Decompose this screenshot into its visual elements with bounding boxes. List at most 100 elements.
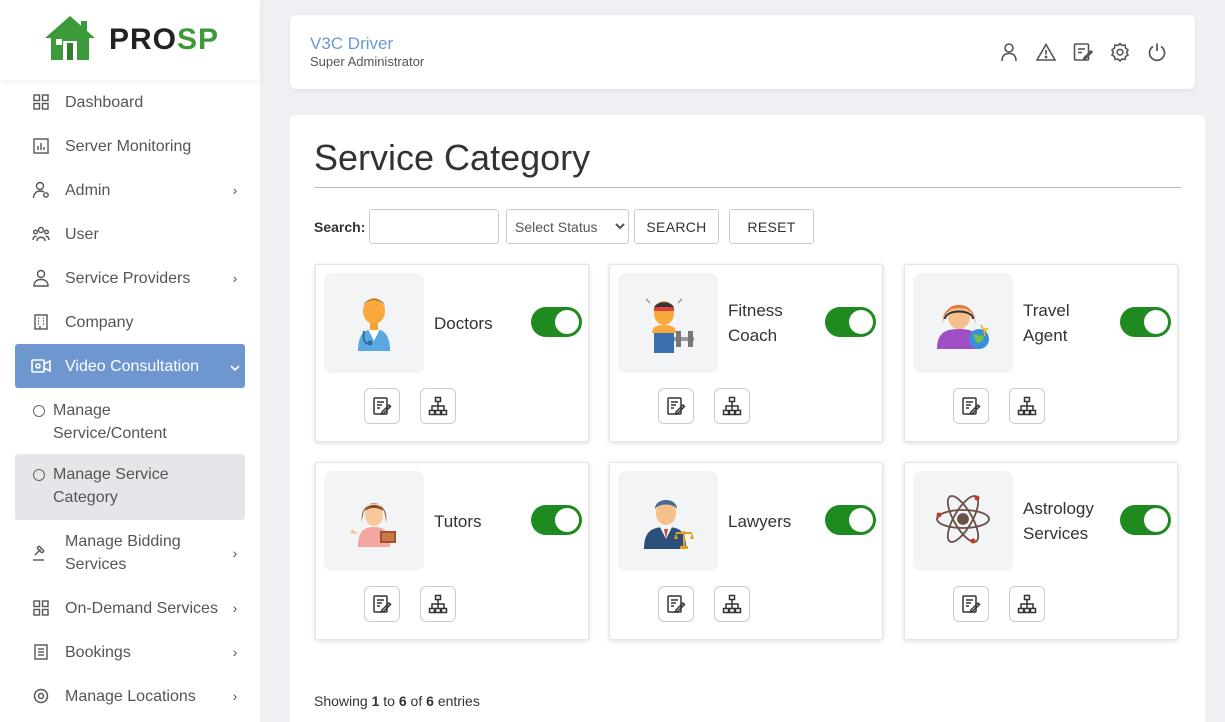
sidebar-item-service-providers[interactable]: Service Providers › [15, 267, 245, 289]
sidebar-item-manage-locations[interactable]: Manage Locations › [15, 685, 245, 707]
atom-icon [933, 489, 993, 554]
sitemap-icon [722, 396, 742, 416]
hierarchy-button[interactable] [714, 586, 750, 622]
provider-icon [31, 268, 51, 288]
main-panel: Service Category Search: Select Status S… [290, 115, 1205, 722]
hierarchy-button[interactable] [420, 388, 456, 424]
edit-button[interactable] [953, 388, 989, 424]
hierarchy-button[interactable] [1009, 586, 1045, 622]
sidebar-item-server-monitoring[interactable]: Server Monitoring [15, 135, 245, 157]
circle-bullet-icon [33, 405, 45, 417]
status-toggle[interactable] [1120, 307, 1171, 337]
search-input[interactable] [369, 209, 499, 244]
toggle-knob [1144, 508, 1168, 532]
search-label: Search: [314, 219, 366, 235]
edit-icon [373, 595, 392, 614]
hierarchy-button[interactable] [420, 586, 456, 622]
edit-icon [373, 397, 392, 416]
category-image [324, 273, 424, 373]
sidebar-subitem-manage-service-content[interactable]: Manage Service/Content [15, 390, 245, 452]
sidebar-item-admin[interactable]: Admin › [15, 179, 245, 201]
chevron-right-icon: › [232, 644, 238, 660]
category-name: Fitness Coach [728, 301, 783, 345]
admin-icon [31, 180, 51, 200]
chevron-right-icon: › [232, 688, 238, 704]
hierarchy-button[interactable] [714, 388, 750, 424]
doctor-icon [352, 291, 396, 356]
chevron-right-icon: › [232, 545, 238, 561]
header-actions [999, 41, 1167, 63]
lawyer-icon [636, 487, 700, 556]
users-icon [31, 224, 51, 244]
sidebar: PROSP Dashboard Server Monitoring Admin … [0, 0, 260, 722]
toggle-knob [849, 508, 873, 532]
toggle-knob [849, 310, 873, 334]
category-card: Fitness Coach [609, 264, 883, 442]
category-name: Tutors [434, 511, 482, 531]
page-title: Service Category [314, 137, 591, 178]
category-name: Lawyers [728, 511, 792, 531]
hierarchy-button[interactable] [1009, 388, 1045, 424]
category-card: Tutors [315, 462, 589, 640]
sidebar-item-on-demand-services[interactable]: On-Demand Services › [15, 597, 245, 619]
sidebar-item-video-consultation[interactable]: Video Consultation [15, 344, 245, 388]
sitemap-icon [1017, 594, 1037, 614]
edit-button[interactable] [364, 586, 400, 622]
edit-button[interactable] [953, 586, 989, 622]
toggle-knob [555, 508, 579, 532]
list-icon [31, 642, 51, 662]
category-card: Doctors [315, 264, 589, 442]
edit-icon [962, 595, 981, 614]
edit-button[interactable] [658, 388, 694, 424]
chevron-right-icon: › [232, 270, 238, 286]
category-image [324, 471, 424, 571]
profile-icon[interactable] [999, 41, 1019, 63]
category-image [618, 273, 718, 373]
warning-icon[interactable] [1036, 41, 1056, 63]
search-button[interactable]: SEARCH [634, 209, 719, 244]
title-divider [314, 187, 1181, 188]
chevron-right-icon: › [232, 600, 238, 616]
status-toggle[interactable] [1120, 505, 1171, 535]
brand-logo[interactable]: PROSP [0, 0, 260, 80]
category-name: Travel Agent [1023, 301, 1070, 345]
grid-icon [31, 92, 51, 112]
sidebar-item-company[interactable]: Company [15, 311, 245, 333]
edit-button[interactable] [364, 388, 400, 424]
reset-button[interactable]: RESET [729, 209, 814, 244]
sidebar-subitem-manage-service-category[interactable]: Manage Service Category [15, 454, 245, 520]
pagination-info: Showing 1 to 6 of 6 entries [314, 693, 480, 709]
category-image [913, 471, 1013, 571]
fitness-coach-icon [636, 289, 700, 358]
status-toggle[interactable] [825, 505, 876, 535]
sidebar-item-user[interactable]: User [15, 223, 245, 245]
user-name: V3C Driver [310, 34, 394, 53]
sidebar-item-manage-bidding-services[interactable]: Manage Bidding Services › [15, 530, 245, 576]
sidebar-item-dashboard[interactable]: Dashboard [15, 91, 245, 113]
gavel-icon [31, 543, 51, 563]
edit-icon [667, 397, 686, 416]
sitemap-icon [428, 396, 448, 416]
category-image [618, 471, 718, 571]
toggle-knob [555, 310, 579, 334]
toggle-knob [1144, 310, 1168, 334]
status-toggle[interactable] [531, 505, 582, 535]
category-card: Travel Agent [904, 264, 1178, 442]
power-icon[interactable] [1147, 41, 1167, 63]
edit-document-icon[interactable] [1073, 41, 1093, 63]
settings-icon[interactable] [1110, 41, 1130, 63]
travel-agent-icon [931, 289, 995, 358]
tutor-icon [344, 489, 404, 554]
edit-button[interactable] [658, 586, 694, 622]
circle-bullet-icon [33, 469, 45, 481]
status-toggle[interactable] [531, 307, 582, 337]
chevron-down-icon [227, 358, 243, 374]
house-logo-icon [41, 13, 99, 68]
grid-icon [31, 598, 51, 618]
edit-icon [962, 397, 981, 416]
sitemap-icon [428, 594, 448, 614]
sitemap-icon [1017, 396, 1037, 416]
sidebar-item-bookings[interactable]: Bookings › [15, 641, 245, 663]
status-select[interactable]: Select Status [506, 209, 629, 244]
status-toggle[interactable] [825, 307, 876, 337]
